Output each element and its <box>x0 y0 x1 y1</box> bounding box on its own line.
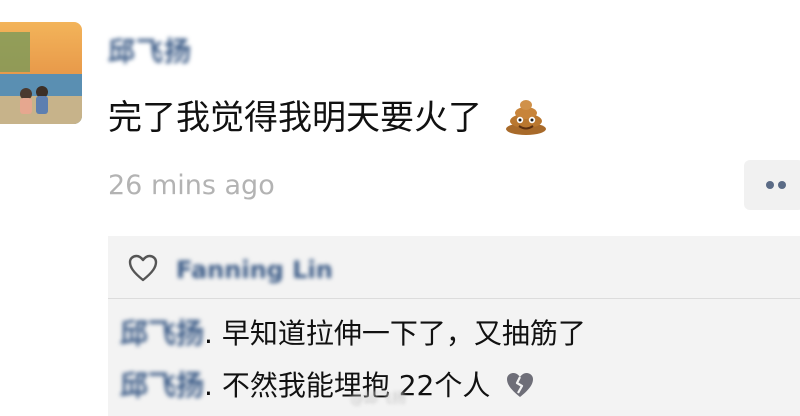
dot-icon <box>766 181 774 189</box>
likes-names[interactable]: Fanning Lin <box>176 256 333 284</box>
comment-separator: . <box>204 369 213 402</box>
post-text: 完了我觉得我明天要火了 <box>108 98 482 138</box>
comment-author[interactable]: 邱飞扬 <box>120 317 204 350</box>
more-options-button[interactable] <box>744 160 800 210</box>
post-content: 完了我觉得我明天要火了 <box>108 90 549 144</box>
watermark: @邱飞扬 <box>350 391 406 407</box>
comment-separator: . <box>204 317 213 350</box>
post-timestamp: 26 mins ago <box>108 170 275 201</box>
poop-emoji-icon <box>503 95 549 144</box>
broken-heart-icon <box>505 371 535 406</box>
avatar[interactable] <box>0 22 82 124</box>
comment-author[interactable]: 邱飞扬 <box>120 369 204 402</box>
heart-outline-icon[interactable] <box>128 254 158 286</box>
comment-text: 早知道拉伸一下了，又抽筋了 <box>212 317 586 350</box>
dot-icon <box>778 181 786 189</box>
interaction-panel: Fanning Lin 邱飞扬. 早知道拉伸一下了，又抽筋了 邱飞扬. 不然我能… <box>108 236 800 416</box>
avatar-image <box>0 22 82 124</box>
comment-item[interactable]: 邱飞扬. 早知道拉伸一下了，又抽筋了 <box>120 312 586 352</box>
post-author-name[interactable]: 邱飞扬 <box>108 30 192 68</box>
divider <box>108 298 800 299</box>
comment-item[interactable]: 邱飞扬. 不然我能埋抱 22个人 <box>120 364 535 406</box>
likes-row: Fanning Lin <box>128 248 333 292</box>
